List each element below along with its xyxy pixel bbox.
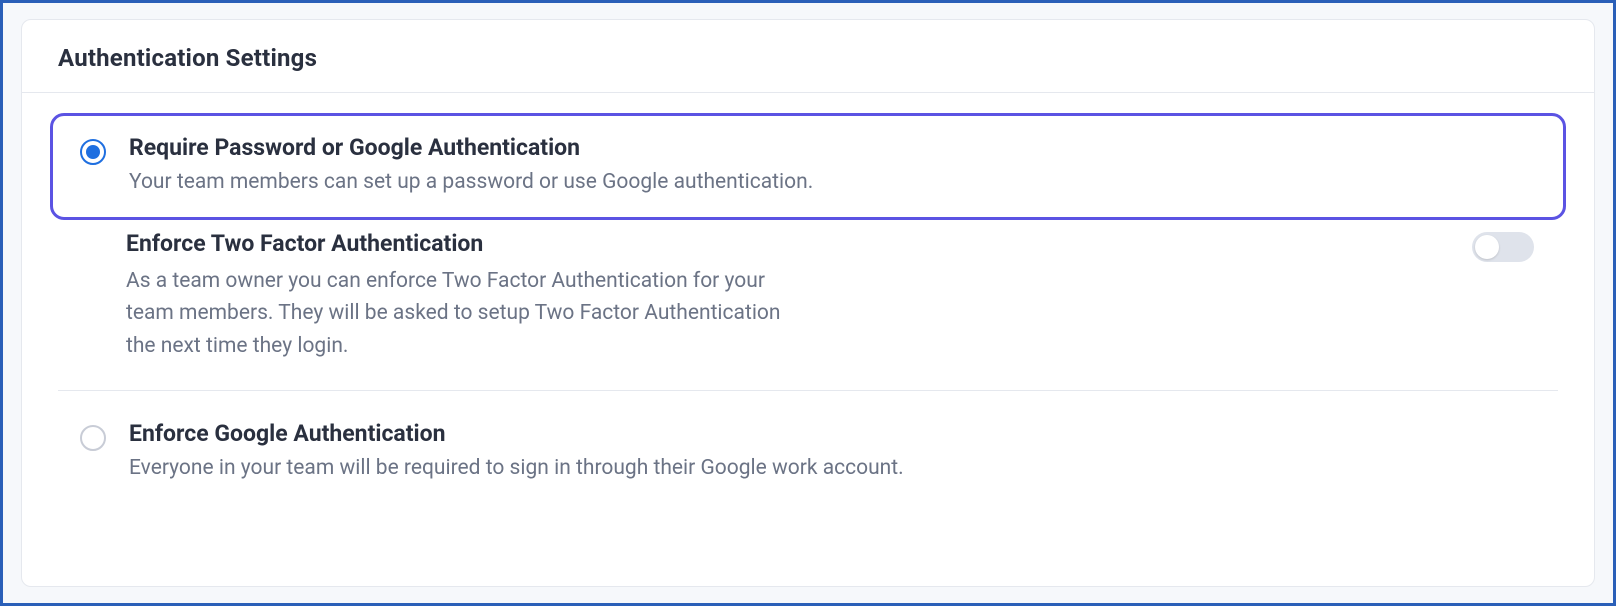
option-description: Your team members can set up a password … bbox=[129, 167, 1029, 199]
option-title: Enforce Google Authentication bbox=[129, 420, 1537, 447]
toggle-knob-icon bbox=[1475, 235, 1499, 259]
option-text: Enforce Google Authentication Everyone i… bbox=[129, 420, 1537, 485]
auth-option-password-or-google[interactable]: Require Password or Google Authenticatio… bbox=[50, 113, 1566, 220]
radio-outer-icon bbox=[80, 425, 106, 451]
card-header: Authentication Settings bbox=[22, 20, 1594, 93]
radio-dot-icon bbox=[86, 145, 100, 159]
card-title: Authentication Settings bbox=[58, 44, 1558, 72]
radio-outer-icon bbox=[80, 139, 106, 165]
auth-option-enforce-google[interactable]: Enforce Google Authentication Everyone i… bbox=[50, 391, 1566, 516]
auth-settings-card: Authentication Settings Require Password… bbox=[21, 19, 1595, 587]
two-factor-toggle[interactable] bbox=[1472, 232, 1534, 262]
two-factor-sub-option: Enforce Two Factor Authentication As a t… bbox=[100, 226, 1560, 391]
two-factor-title: Enforce Two Factor Authentication bbox=[126, 230, 1452, 257]
radio-enforce-google[interactable] bbox=[79, 424, 107, 452]
radio-password-or-google[interactable] bbox=[79, 138, 107, 166]
option-text: Require Password or Google Authenticatio… bbox=[129, 134, 1537, 199]
option-title: Require Password or Google Authenticatio… bbox=[129, 134, 1537, 161]
two-factor-text: Enforce Two Factor Authentication As a t… bbox=[126, 230, 1452, 363]
page-frame: Authentication Settings Require Password… bbox=[0, 0, 1616, 606]
card-body: Require Password or Google Authenticatio… bbox=[22, 93, 1594, 516]
two-factor-toggle-wrap bbox=[1472, 232, 1534, 262]
two-factor-description: As a team owner you can enforce Two Fact… bbox=[126, 265, 786, 363]
option-description: Everyone in your team will be required t… bbox=[129, 453, 1029, 485]
